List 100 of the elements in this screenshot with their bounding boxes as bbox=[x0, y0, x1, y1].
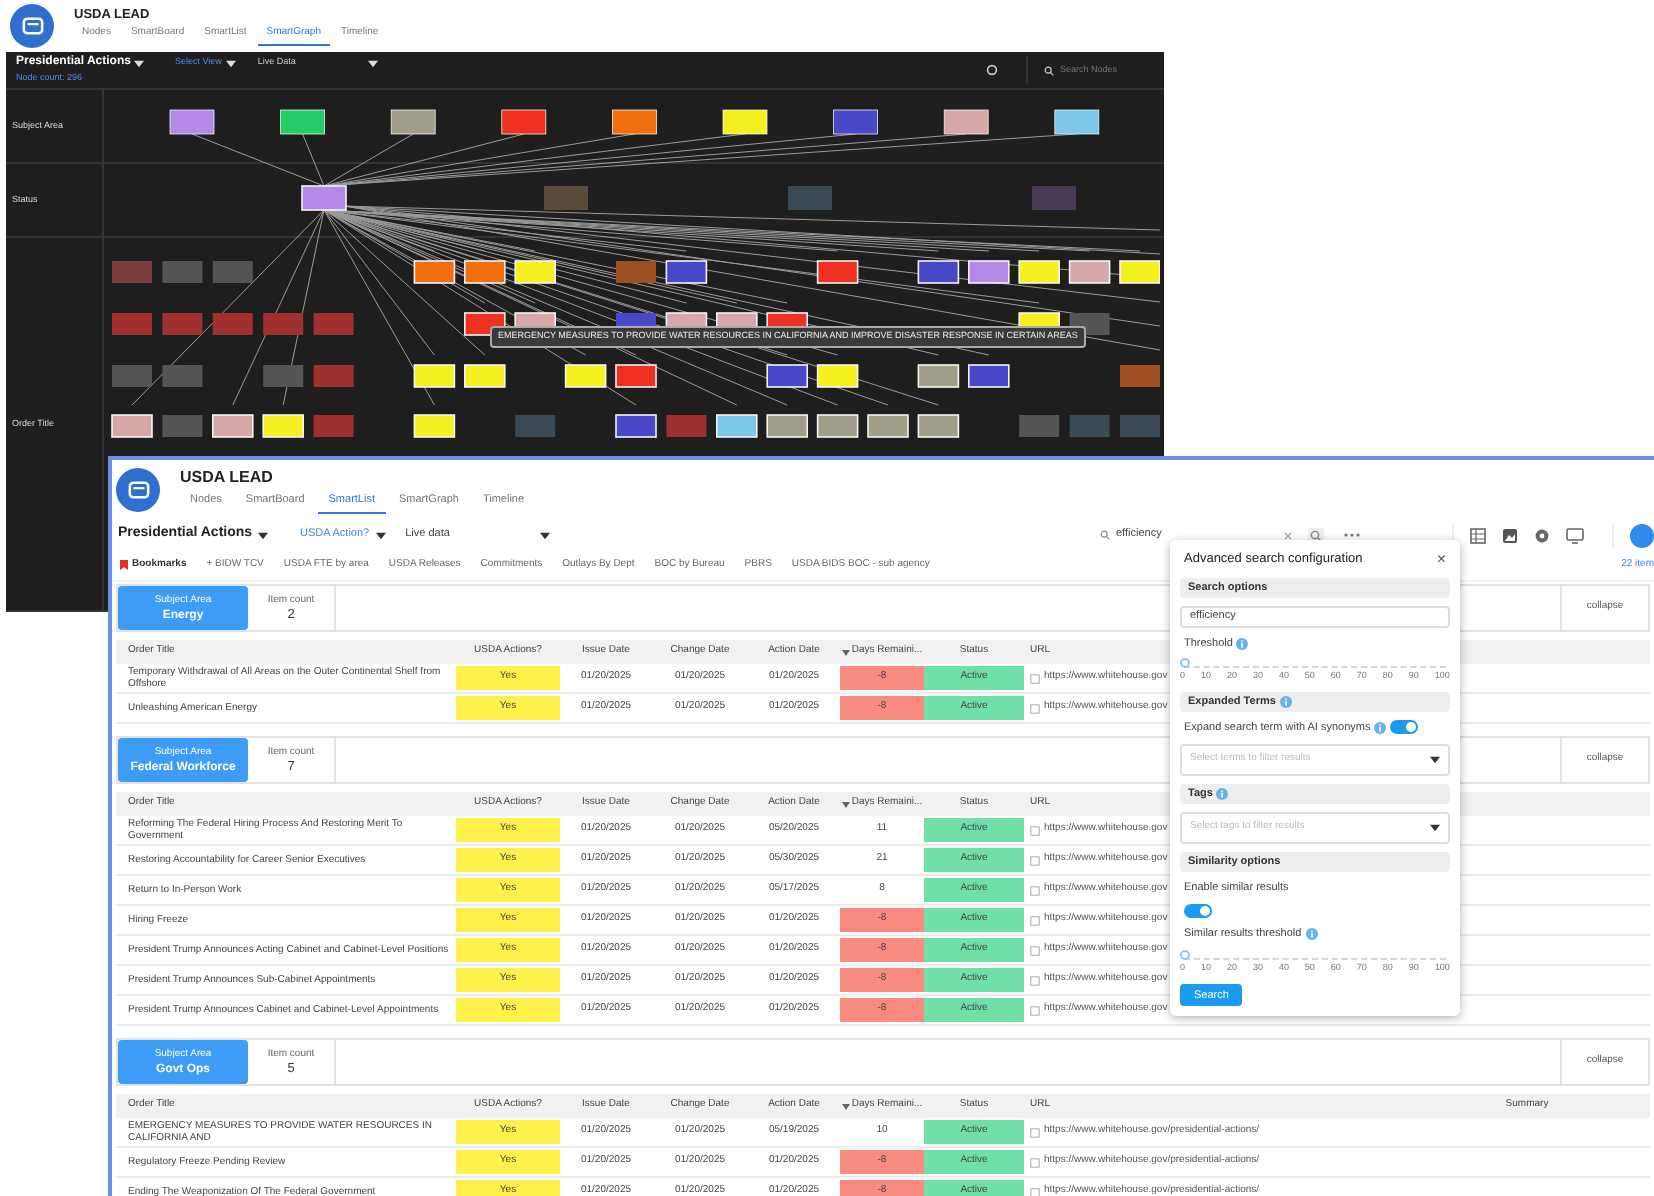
status-node[interactable] bbox=[301, 185, 347, 211]
subject-area-node[interactable] bbox=[390, 109, 436, 135]
app-logo bbox=[116, 468, 160, 512]
order-title-node[interactable] bbox=[212, 414, 254, 438]
order-title-node[interactable] bbox=[917, 364, 960, 388]
order-title-node[interactable] bbox=[816, 364, 859, 388]
sort-icon[interactable] bbox=[841, 801, 850, 807]
external-link-icon[interactable] bbox=[1030, 1005, 1040, 1015]
monitor-icon[interactable] bbox=[1566, 527, 1584, 543]
order-title-node[interactable] bbox=[464, 364, 506, 388]
order-title-node[interactable] bbox=[212, 261, 253, 283]
order-title-node[interactable] bbox=[515, 415, 556, 437]
order-title-node[interactable] bbox=[162, 415, 203, 437]
order-title-node[interactable] bbox=[1069, 415, 1110, 437]
subject-area-node[interactable] bbox=[612, 109, 657, 135]
order-title-node[interactable] bbox=[112, 365, 152, 387]
order-title-node[interactable] bbox=[162, 313, 203, 335]
more-icon[interactable] bbox=[1344, 532, 1360, 538]
order-title-node[interactable] bbox=[968, 364, 1010, 388]
sort-icon[interactable] bbox=[841, 649, 850, 655]
order-title-node[interactable] bbox=[615, 414, 657, 438]
order-title-node[interactable] bbox=[1018, 260, 1060, 284]
external-link-icon[interactable] bbox=[1030, 703, 1040, 713]
external-link-icon[interactable] bbox=[1030, 1127, 1040, 1137]
external-link-icon[interactable] bbox=[1030, 885, 1040, 895]
external-link-icon[interactable] bbox=[1030, 1157, 1040, 1167]
external-link-icon[interactable] bbox=[1030, 975, 1040, 985]
order-title-node[interactable] bbox=[313, 365, 354, 387]
order-title-node[interactable] bbox=[1120, 365, 1160, 387]
order-title-node[interactable] bbox=[162, 365, 203, 387]
order-title-node[interactable] bbox=[616, 261, 656, 283]
order-title-node[interactable] bbox=[413, 414, 456, 438]
order-title-node[interactable] bbox=[413, 364, 456, 388]
order-title-node[interactable] bbox=[413, 260, 456, 284]
info-icon bbox=[1374, 721, 1387, 734]
order-title-node[interactable] bbox=[766, 364, 808, 388]
caret-icon bbox=[225, 59, 236, 68]
order-title-node[interactable] bbox=[615, 364, 657, 388]
subject-area-node[interactable] bbox=[1054, 109, 1100, 135]
table-icon[interactable] bbox=[1470, 527, 1486, 543]
order-title-node[interactable] bbox=[464, 260, 506, 284]
external-link-icon[interactable] bbox=[1030, 945, 1040, 955]
order-title-node[interactable] bbox=[263, 313, 304, 335]
toggle-switch[interactable] bbox=[1390, 720, 1419, 735]
caret-icon bbox=[134, 59, 145, 68]
order-title-node[interactable] bbox=[968, 260, 1010, 284]
caret-icon bbox=[1430, 824, 1440, 832]
order-title-node[interactable] bbox=[917, 260, 960, 284]
order-title-node[interactable] bbox=[262, 414, 304, 438]
order-title-node[interactable] bbox=[816, 414, 859, 438]
order-title-node[interactable] bbox=[1119, 260, 1160, 284]
external-link-icon[interactable] bbox=[1030, 673, 1040, 683]
order-title-node[interactable] bbox=[1120, 415, 1160, 437]
order-title-node[interactable] bbox=[313, 415, 354, 437]
order-title-node[interactable] bbox=[716, 414, 758, 438]
subject-area-node[interactable] bbox=[722, 109, 768, 135]
clear-icon[interactable] bbox=[1284, 531, 1292, 539]
order-title-node[interactable] bbox=[665, 260, 708, 284]
order-title-node[interactable] bbox=[112, 313, 152, 335]
info-icon bbox=[1236, 637, 1249, 650]
external-link-icon[interactable] bbox=[1030, 825, 1040, 835]
order-title-node[interactable] bbox=[564, 364, 607, 388]
search-icon bbox=[1044, 65, 1054, 75]
slider-track[interactable] bbox=[1184, 660, 1446, 668]
order-title-node[interactable] bbox=[867, 414, 909, 438]
external-link-icon[interactable] bbox=[1030, 1187, 1040, 1196]
order-title-node[interactable] bbox=[212, 313, 253, 335]
external-link-icon[interactable] bbox=[1030, 855, 1040, 865]
slider-track[interactable] bbox=[1184, 951, 1446, 959]
status-node[interactable] bbox=[1032, 186, 1076, 210]
order-title-node[interactable] bbox=[112, 261, 152, 283]
order-title-node[interactable] bbox=[514, 260, 556, 284]
order-title-node[interactable] bbox=[162, 261, 203, 283]
close-button[interactable]: × bbox=[1436, 551, 1446, 568]
status-node[interactable] bbox=[788, 186, 832, 210]
status-node[interactable] bbox=[544, 186, 588, 210]
toggle-switch[interactable] bbox=[1184, 904, 1212, 919]
info-icon bbox=[1305, 928, 1318, 941]
subject-area-node[interactable] bbox=[943, 109, 989, 135]
user-avatar[interactable] bbox=[1630, 523, 1654, 547]
subject-area-node[interactable] bbox=[280, 109, 325, 135]
sort-icon[interactable] bbox=[841, 1103, 850, 1109]
order-title-node[interactable] bbox=[666, 415, 707, 437]
order-title-node[interactable] bbox=[111, 414, 153, 438]
order-title-node[interactable] bbox=[766, 414, 808, 438]
order-title-node[interactable] bbox=[313, 313, 354, 335]
slider-thumb[interactable] bbox=[1180, 658, 1190, 668]
caret-icon bbox=[375, 531, 386, 539]
external-link-icon[interactable] bbox=[1030, 915, 1040, 925]
order-title-node[interactable] bbox=[263, 365, 304, 387]
subject-area-node[interactable] bbox=[169, 109, 215, 135]
slider-thumb[interactable] bbox=[1180, 949, 1190, 959]
subject-area-node[interactable] bbox=[501, 109, 547, 135]
order-title-node[interactable] bbox=[917, 414, 960, 438]
order-title-node[interactable] bbox=[1068, 260, 1111, 284]
subject-area-node[interactable] bbox=[833, 109, 878, 135]
info-icon bbox=[1216, 788, 1229, 800]
order-title-node[interactable] bbox=[816, 260, 859, 284]
order-title-node[interactable] bbox=[1019, 415, 1060, 437]
image-icon[interactable] bbox=[1502, 527, 1518, 543]
